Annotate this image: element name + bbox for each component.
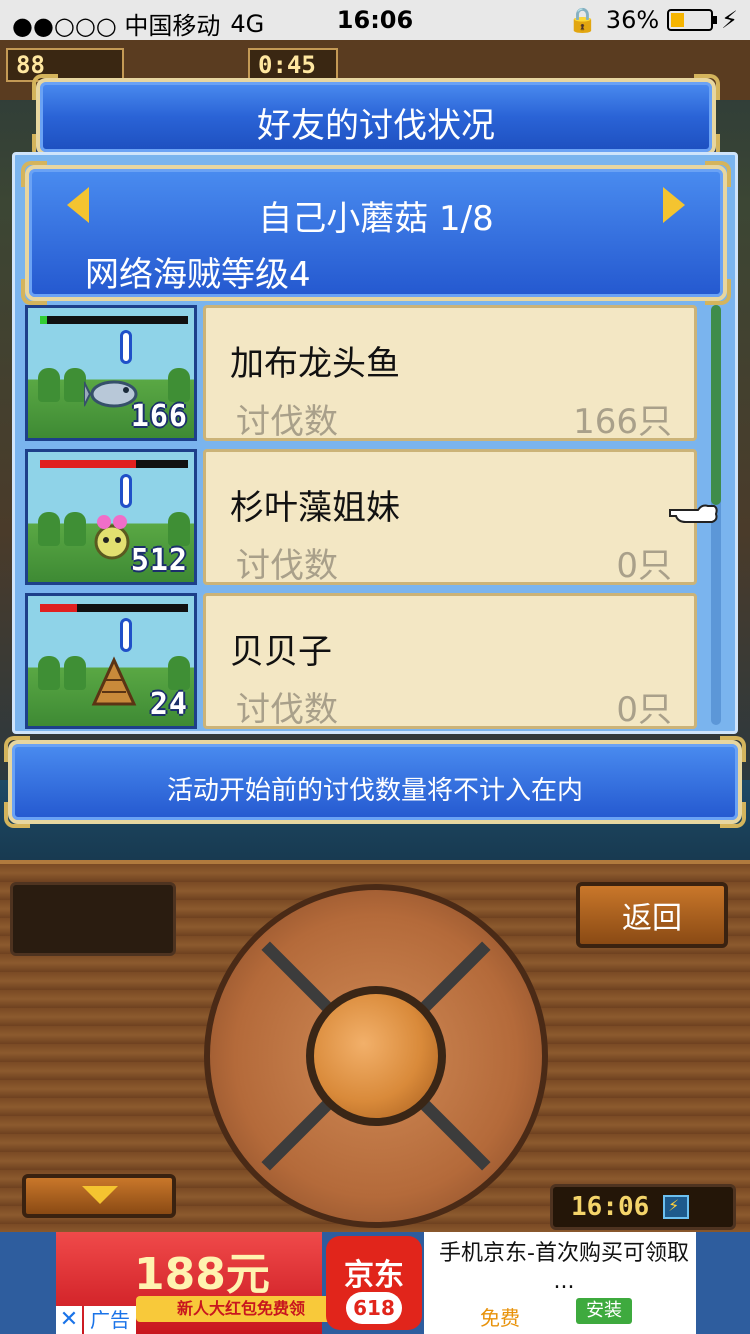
ad-close-icon[interactable]: ✕ xyxy=(56,1306,82,1334)
count-badge: 512 xyxy=(130,543,188,578)
kill-count-label: 讨伐数 xyxy=(236,546,338,586)
wooden-controller: 返回 16:06 xyxy=(0,860,750,1232)
friend-name: 自己小蘑菇 1/8 xyxy=(258,199,494,239)
monster-name: 杉叶藻姐妹 xyxy=(230,488,400,528)
hp-bar xyxy=(40,316,188,324)
pirate-level: 网络海贼等级4 xyxy=(85,255,311,295)
ad-promo-text: 新人大红包免费领 xyxy=(136,1296,346,1322)
level-badge: 88 xyxy=(6,48,124,82)
ad-free-label: 免费 xyxy=(480,1306,520,1330)
next-friend-arrow-icon[interactable] xyxy=(663,187,685,223)
direction-pad[interactable] xyxy=(204,884,548,1228)
monster-portrait: 24 xyxy=(25,593,197,729)
monster-list[interactable]: 166 加布龙头鱼 讨伐数 166只 512 杉叶藻姐妹 讨伐数 0只 24 贝… xyxy=(25,305,697,729)
kill-count-value: 0只 xyxy=(616,546,672,586)
center-action-button[interactable] xyxy=(306,986,446,1126)
menu-down-button[interactable] xyxy=(22,1174,176,1218)
pin-icon xyxy=(120,330,132,364)
count-badge: 166 xyxy=(130,399,188,434)
dialog-title-banner: 好友的讨伐状况 xyxy=(32,74,720,160)
list-item[interactable]: 512 杉叶藻姐妹 讨伐数 0只 xyxy=(25,449,697,586)
scroll-thumb[interactable] xyxy=(711,305,721,505)
back-button[interactable]: 返回 xyxy=(576,882,728,948)
pin-icon xyxy=(120,618,132,652)
kill-count-value: 166只 xyxy=(573,402,672,442)
battery-percent: 36% xyxy=(605,6,660,34)
hp-bar xyxy=(40,604,188,612)
monster-info-card: 贝贝子 讨伐数 0只 xyxy=(203,593,697,729)
notice-text: 活动开始前的讨伐数量将不计入在内 xyxy=(166,776,583,806)
jd-logo-sub: 618 xyxy=(346,1292,402,1324)
timer-value: 0:45 xyxy=(258,51,316,79)
list-item[interactable]: 24 贝贝子 讨伐数 0只 xyxy=(25,593,697,729)
jd-logo: 京东 618 xyxy=(326,1236,422,1330)
kill-count-label: 讨伐数 xyxy=(236,690,338,729)
dialog-title: 好友的讨伐状况 xyxy=(257,106,495,146)
rotation-lock-icon: 🔒 xyxy=(567,6,598,34)
kill-count-value: 0只 xyxy=(616,690,672,729)
jd-logo-text: 京东 xyxy=(344,1258,404,1293)
ad-title: 手机京东-首次购买可领取 ... xyxy=(439,1241,689,1294)
count-badge: 24 xyxy=(149,687,188,722)
clock-value: 16:06 xyxy=(571,1192,650,1222)
ad-banner[interactable]: 188元 新人大红包免费领 ✕ 广告 京东 618 手机京东-首次购买可领取 .… xyxy=(0,1232,750,1334)
monster-info-card: 加布龙头鱼 讨伐数 166只 xyxy=(203,305,697,442)
monster-portrait: 166 xyxy=(25,305,197,441)
hp-bar xyxy=(40,460,188,468)
friend-header: 自己小蘑菇 1/8 网络海贼等级4 xyxy=(21,161,731,305)
hunt-status-panel: 自己小蘑菇 1/8 网络海贼等级4 166 加布龙头鱼 讨伐数 166只 512… xyxy=(12,152,738,734)
monster-info-card: 杉叶藻姐妹 讨伐数 0只 xyxy=(203,449,697,586)
timer-chip: 0:45 xyxy=(248,48,338,82)
install-button[interactable]: 安装 xyxy=(576,1298,632,1324)
ad-details[interactable]: 手机京东-首次购买可领取 ... 免费 安装 xyxy=(424,1232,696,1334)
status-bar: ●●○○○ 中国移动 4G 16:06 🔒 36% ⚡ xyxy=(0,0,750,40)
ad-amount: 188元 xyxy=(134,1249,270,1300)
list-item[interactable]: 166 加布龙头鱼 讨伐数 166只 xyxy=(25,305,697,442)
kill-count-label: 讨伐数 xyxy=(236,402,338,442)
monster-name: 贝贝子 xyxy=(230,632,332,672)
battery-bolt-icon xyxy=(663,1195,690,1219)
charging-icon: ⚡ xyxy=(721,6,738,34)
ad-tag: 广告 xyxy=(84,1306,136,1334)
pointing-hand-icon xyxy=(669,504,718,523)
mini-screen xyxy=(10,882,176,956)
monster-name: 加布龙头鱼 xyxy=(230,344,400,384)
shell-monster-icon xyxy=(91,656,137,706)
pin-icon xyxy=(120,474,132,508)
battery-icon xyxy=(667,9,718,31)
game-clock: 16:06 xyxy=(550,1184,736,1230)
monster-portrait: 512 xyxy=(25,449,197,585)
notice-bar: 活动开始前的讨伐数量将不计入在内 xyxy=(4,736,746,828)
